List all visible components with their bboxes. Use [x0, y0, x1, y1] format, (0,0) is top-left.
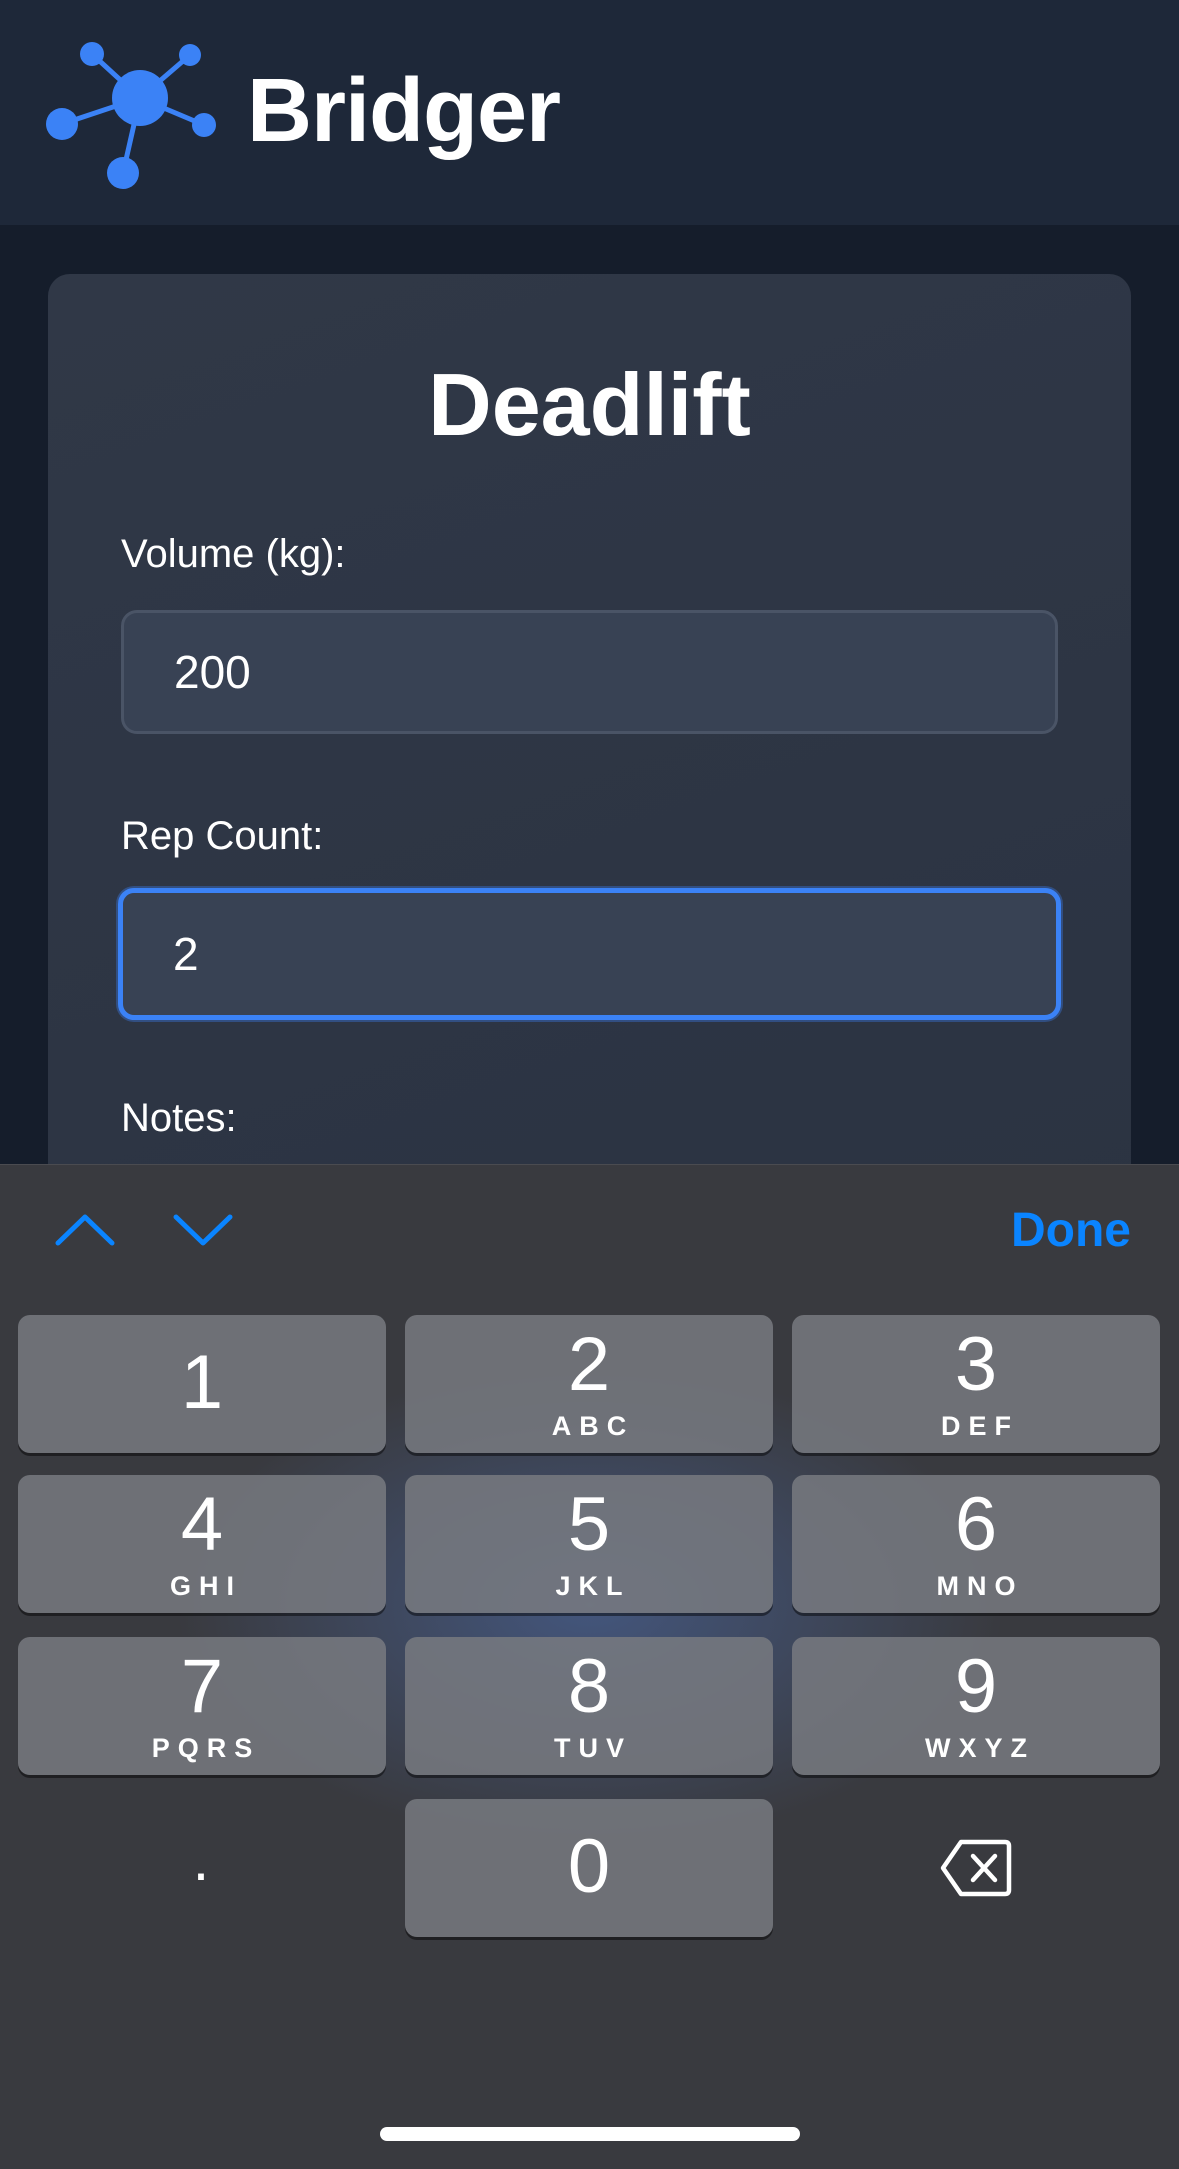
rep-count-label: Rep Count:: [121, 814, 324, 858]
network-logo-icon: [40, 30, 220, 190]
key-6[interactable]: 6 MNO: [792, 1475, 1160, 1613]
chevron-down-icon[interactable]: [168, 1205, 238, 1255]
key-letters: JKL: [555, 1571, 631, 1601]
key-digit: 7: [180, 1644, 224, 1729]
key-digit: 2: [567, 1322, 611, 1407]
key-0[interactable]: 0: [405, 1799, 773, 1937]
key-letters: MNO: [936, 1571, 1024, 1601]
chevron-up-icon[interactable]: [50, 1205, 120, 1255]
rep-count-input[interactable]: 2: [118, 888, 1061, 1020]
key-7[interactable]: 7 PQRS: [18, 1637, 386, 1775]
app-header: Bridger: [0, 0, 1179, 225]
key-3[interactable]: 3 DEF: [792, 1315, 1160, 1453]
key-5[interactable]: 5 JKL: [405, 1475, 773, 1613]
key-digit: 0: [567, 1824, 611, 1909]
key-4[interactable]: 4 GHI: [18, 1475, 386, 1613]
key-decimal[interactable]: .: [17, 1825, 385, 1963]
numeric-keyboard: Done 1 2 ABC 3 DEF 4 GHI 5 JKL 6 MNO 7 P…: [0, 1164, 1179, 2169]
key-digit: 4: [180, 1482, 224, 1567]
volume-input[interactable]: 200: [121, 610, 1058, 734]
notes-label: Notes:: [121, 1096, 237, 1140]
exercise-title: Deadlift: [428, 355, 751, 454]
key-letters: ABC: [551, 1411, 635, 1441]
rep-count-value: 2: [173, 928, 199, 980]
app-screen: Bridger Deadlift Volume (kg): 200 Rep Co…: [0, 0, 1179, 2169]
done-button[interactable]: Done: [1011, 1203, 1131, 1258]
key-letters: TUV: [554, 1733, 632, 1763]
key-1[interactable]: 1: [18, 1315, 386, 1453]
backspace-icon: [940, 1839, 1012, 1897]
keyboard-toolbar: Done: [0, 1165, 1179, 1295]
key-letters: WXYZ: [925, 1733, 1035, 1763]
key-digit: 5: [567, 1482, 611, 1567]
volume-label: Volume (kg):: [121, 532, 346, 576]
exercise-card: Deadlift Volume (kg): 200 Rep Count: 2 N…: [48, 274, 1131, 1274]
key-letters: GHI: [169, 1571, 242, 1601]
key-8[interactable]: 8 TUV: [405, 1637, 773, 1775]
key-9[interactable]: 9 WXYZ: [792, 1637, 1160, 1775]
key-digit: 8: [567, 1644, 611, 1729]
key-2[interactable]: 2 ABC: [405, 1315, 773, 1453]
backspace-key[interactable]: [792, 1799, 1160, 1937]
key-letters: PQRS: [151, 1733, 261, 1763]
key-digit: 9: [954, 1644, 998, 1729]
app-title: Bridger: [247, 61, 561, 161]
key-digit: 3: [954, 1322, 998, 1407]
home-indicator: [380, 2127, 800, 2141]
decimal-label: .: [192, 1826, 210, 1893]
volume-value: 200: [174, 646, 251, 698]
key-digit: 1: [180, 1340, 224, 1425]
key-letters: DEF: [941, 1411, 1019, 1441]
key-digit: 6: [954, 1482, 998, 1567]
